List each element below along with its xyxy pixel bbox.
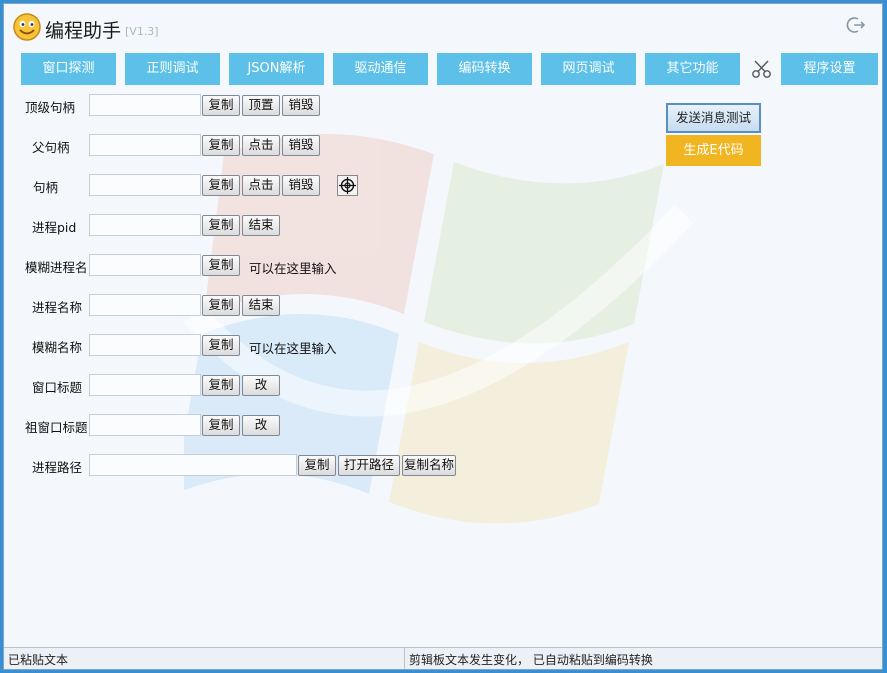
parent-handle-input[interactable] (89, 134, 201, 156)
tab-driver-comm[interactable]: 驱动通信 (333, 53, 428, 85)
handle-destroy-button[interactable]: 销毁 (282, 175, 320, 196)
pid-input[interactable] (89, 214, 201, 236)
exit-icon[interactable] (846, 15, 866, 35)
fuzzy-name-input[interactable] (89, 334, 201, 356)
tab-encoding[interactable]: 编码转换 (437, 53, 532, 85)
parent-handle-click-button[interactable]: 点击 (242, 135, 280, 156)
process-path-input[interactable] (89, 454, 297, 476)
tab-json-parse[interactable]: JSON解析 (229, 53, 324, 85)
window-title-copy-button[interactable]: 复制 (202, 375, 240, 396)
handle-input[interactable] (89, 174, 201, 196)
open-path-button[interactable]: 打开路径 (338, 455, 400, 476)
parent-handle-copy-button[interactable]: 复制 (202, 135, 240, 156)
fuzzy-name-hint: 可以在这里输入 (249, 341, 337, 356)
fuzzy-process-copy-button[interactable]: 复制 (202, 255, 240, 276)
root-title-input[interactable] (89, 414, 201, 436)
process-name-copy-button[interactable]: 复制 (202, 295, 240, 316)
process-name-input[interactable] (89, 294, 201, 316)
fuzzy-process-input[interactable] (89, 254, 201, 276)
process-name-end-button[interactable]: 结束 (242, 295, 280, 316)
window-title-input[interactable] (89, 374, 201, 396)
top-handle-copy-button[interactable]: 复制 (202, 95, 240, 116)
status-divider (404, 648, 405, 669)
window-title-change-button[interactable]: 改 (242, 375, 280, 396)
top-handle-destroy-button[interactable]: 销毁 (282, 95, 320, 116)
process-name-label: 进程名称 (32, 300, 83, 315)
top-handle-pin-button[interactable]: 顶置 (242, 95, 280, 116)
process-path-copy-button[interactable]: 复制 (298, 455, 336, 476)
top-handle-label: 顶级句柄 (25, 100, 76, 115)
top-handle-input[interactable] (89, 94, 201, 116)
fuzzy-name-label: 模糊名称 (32, 340, 83, 355)
send-message-test-button[interactable]: 发送消息测试 (666, 103, 761, 133)
tab-web-debug[interactable]: 网页调试 (541, 53, 636, 85)
pid-copy-button[interactable]: 复制 (202, 215, 240, 236)
crosshair-finder-icon[interactable] (337, 175, 358, 196)
main-window: 编程助手 [V1.3] 窗口探测 正则调试 JSON解析 驱动通信 编码转换 网… (3, 3, 883, 670)
parent-handle-label: 父句柄 (32, 140, 70, 155)
root-title-change-button[interactable]: 改 (242, 415, 280, 436)
copy-name-button[interactable]: 复制名称 (402, 455, 456, 476)
root-title-copy-button[interactable]: 复制 (202, 415, 240, 436)
fuzzy-process-hint: 可以在这里输入 (249, 261, 337, 276)
handle-label: 句柄 (33, 180, 59, 195)
pid-label: 进程pid (32, 220, 77, 235)
status-bar: 已粘贴文本 剪辑板文本发生变化， 已自动粘贴到编码转换 (4, 647, 882, 669)
tab-regex-debug[interactable]: 正则调试 (125, 53, 220, 85)
window-title-label: 窗口标题 (32, 380, 83, 395)
process-path-label: 进程路径 (32, 460, 83, 475)
app-version: [V1.3] (125, 25, 159, 38)
tab-settings[interactable]: 程序设置 (781, 53, 878, 85)
tab-other[interactable]: 其它功能 (645, 53, 740, 85)
handle-click-button[interactable]: 点击 (242, 175, 280, 196)
root-title-label: 祖窗口标题 (25, 420, 88, 435)
fuzzy-process-label: 模糊进程名 (25, 260, 88, 275)
handle-copy-button[interactable]: 复制 (202, 175, 240, 196)
pid-end-button[interactable]: 结束 (242, 215, 280, 236)
status-left-text: 已粘贴文本 (8, 653, 69, 667)
status-right-text: 剪辑板文本发生变化， 已自动粘贴到编码转换 (409, 653, 653, 667)
tab-window-probe[interactable]: 窗口探测 (21, 53, 116, 85)
generate-e-code-button[interactable]: 生成E代码 (666, 135, 761, 166)
title-bar: 编程助手 [V1.3] (4, 4, 882, 46)
scissors-icon[interactable] (751, 59, 773, 79)
fuzzy-name-copy-button[interactable]: 复制 (202, 335, 240, 356)
parent-handle-destroy-button[interactable]: 销毁 (282, 135, 320, 156)
app-title: 编程助手 (45, 20, 122, 42)
smiley-logo-icon (13, 13, 41, 41)
